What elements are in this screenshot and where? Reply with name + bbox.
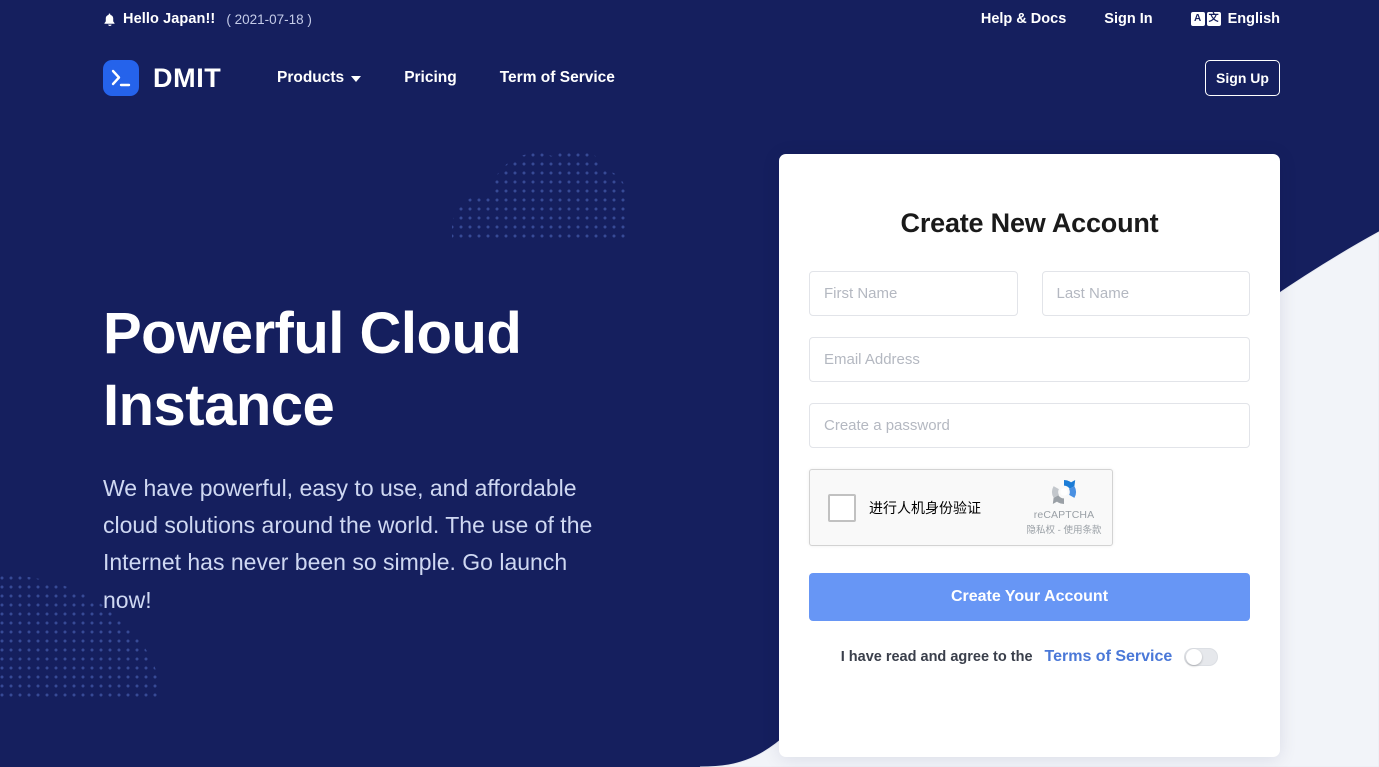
help-and-docs-link[interactable]: Help & Docs [981,11,1066,27]
bell-icon [103,13,116,28]
recaptcha-branding: reCAPTCHA 隐私权 - 使用条款 [1025,476,1103,536]
create-account-button[interactable]: Create Your Account [809,573,1250,621]
hero-subtitle: We have powerful, easy to use, and affor… [103,474,593,613]
nav-links: Products Pricing Term of Service [277,52,615,104]
toggle-knob [1186,649,1203,665]
announcement-text: Hello Japan!! [123,11,216,27]
signup-card: Create New Account 进行人机身份验证 [779,154,1280,757]
recaptcha-terms[interactable]: 隐私权 - 使用条款 [1025,522,1103,536]
recaptcha-widget[interactable]: 进行人机身份验证 reCAPTCHA 隐私权 - 使用条款 [809,469,1113,546]
translate-icon-cjk: 文 [1206,12,1221,26]
first-name-input[interactable] [809,271,1018,316]
terms-agreement-toggle[interactable] [1184,648,1219,666]
recaptcha-icon [1052,480,1076,504]
sign-up-button[interactable]: Sign Up [1205,60,1280,96]
top-utility-links: Help & Docs Sign In A 文 English [981,0,1280,38]
recaptcha-label: 进行人机身份验证 [869,499,981,516]
nav-item-products[interactable]: Products [277,69,362,87]
brand-name: DMIT [153,62,222,93]
hero-section: Powerful Cloud Instance We have powerful… [103,298,703,619]
chevron-down-icon [351,76,362,82]
language-selector[interactable]: A 文 English [1190,11,1280,27]
main-navigation: DMIT Products Pricing Term of Service Si… [0,52,1379,104]
hero-title: Powerful Cloud Instance [103,301,522,438]
announcement-block: Hello Japan!! ( 2021-07-18 ) [103,0,312,38]
top-utility-bar: Hello Japan!! ( 2021-07-18 ) Help & Docs… [0,0,1379,38]
terminal-icon [103,60,139,96]
last-name-input[interactable] [1041,271,1250,316]
terms-agreement-row: I have read and agree to the Terms of Se… [809,648,1250,666]
nav-item-pricing[interactable]: Pricing [404,69,457,87]
language-label: English [1227,11,1280,27]
terms-of-service-link[interactable]: Terms of Service [1045,648,1173,666]
recaptcha-checkbox[interactable] [828,493,856,522]
translate-icon-latin: A [1190,12,1205,26]
card-title: Create New Account [900,208,1159,238]
nav-item-term-of-service[interactable]: Term of Service [500,69,615,87]
translate-icon: A 文 [1190,12,1221,26]
sign-in-link[interactable]: Sign In [1104,11,1152,27]
signup-form: 进行人机身份验证 reCAPTCHA 隐私权 - 使用条款 Create You… [809,271,1250,666]
email-input[interactable] [809,337,1250,382]
password-input[interactable] [809,403,1250,448]
announcement-date: ( 2021-07-18 ) [226,11,312,27]
name-row [809,271,1250,316]
nav-item-products-label: Products [277,69,345,86]
recaptcha-brand-name: reCAPTCHA [1033,509,1095,521]
brand-logo-link[interactable]: DMIT [103,52,221,104]
terms-agreement-text: I have read and agree to the [840,649,1033,665]
